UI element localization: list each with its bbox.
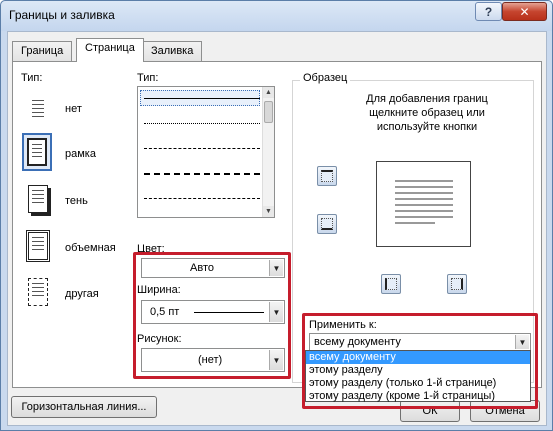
color-label: Цвет:: [137, 243, 165, 255]
top-border-icon: [321, 170, 333, 182]
title-bar: Границы и заливка ? ✕: [1, 1, 552, 31]
setting-custom-icon[interactable]: [23, 273, 53, 311]
setting-3d-label[interactable]: объемная: [65, 242, 116, 254]
setting-box-icon[interactable]: [22, 133, 52, 171]
line-style-solid[interactable]: [144, 98, 260, 99]
apply-option-first-page-only[interactable]: этому разделу (только 1-й странице): [306, 377, 530, 390]
tab-shading[interactable]: Заливка: [142, 41, 203, 61]
apply-to-value: всему документу: [314, 336, 401, 348]
style-list-scrollbar[interactable]: ▲ ▼: [262, 87, 274, 217]
left-border-icon: [385, 278, 397, 290]
top-border-button[interactable]: [317, 166, 337, 186]
left-border-button[interactable]: [381, 274, 401, 294]
setting-label: Тип:: [21, 72, 43, 84]
art-value: (нет): [198, 354, 223, 366]
scroll-down-icon[interactable]: ▼: [263, 206, 274, 217]
horizontal-line-button[interactable]: Горизонтальная линия...: [11, 396, 157, 418]
tab-border[interactable]: Граница: [12, 41, 73, 61]
bottom-border-button[interactable]: [317, 214, 337, 234]
art-combo[interactable]: (нет) ▼: [141, 348, 285, 372]
preview-page[interactable]: [376, 161, 471, 247]
line-style-dash-dot[interactable]: [144, 198, 260, 199]
width-combo[interactable]: 0,5 пт ▼: [141, 300, 285, 324]
preview-hint-line-3: используйте кнопки: [376, 121, 478, 133]
apply-option-except-first-page[interactable]: этому разделу (кроме 1-й страницы): [306, 390, 530, 403]
apply-to-combo[interactable]: всему документу ▼: [309, 333, 531, 351]
width-label: Ширина:: [137, 284, 181, 296]
setting-none-icon[interactable]: [23, 90, 53, 128]
setting-none-label[interactable]: нет: [65, 103, 82, 115]
style-label: Тип:: [137, 72, 159, 84]
setting-3d-icon[interactable]: [23, 227, 53, 265]
chevron-down-icon[interactable]: ▼: [269, 350, 283, 370]
apply-to-label: Применить к:: [309, 319, 377, 331]
line-style-list[interactable]: ▲ ▼: [137, 86, 275, 218]
chevron-down-icon[interactable]: ▼: [269, 302, 283, 322]
color-combo[interactable]: Авто ▼: [141, 258, 285, 278]
setting-custom-label[interactable]: другая: [65, 288, 99, 300]
tab-page-border[interactable]: Страница: [76, 38, 144, 62]
chevron-down-icon[interactable]: ▼: [269, 260, 283, 276]
right-border-button[interactable]: [447, 274, 467, 294]
preview-group-label: Образец: [300, 72, 351, 84]
width-line-preview: [194, 312, 264, 313]
setting-box-label[interactable]: рамка: [65, 148, 96, 160]
line-style-dashed[interactable]: [144, 173, 260, 175]
bottom-border-icon: [321, 218, 333, 230]
right-border-icon: [451, 278, 463, 290]
help-button[interactable]: ?: [475, 2, 502, 21]
setting-shadow-icon[interactable]: [23, 180, 53, 218]
color-value: Авто: [190, 262, 214, 274]
cancel-button[interactable]: Отмена: [470, 400, 540, 422]
apply-option-this-section[interactable]: этому разделу: [306, 364, 530, 377]
scroll-up-icon[interactable]: ▲: [263, 87, 274, 98]
dialog-client-area: Граница Страница Заливка Тип: нет рамка …: [7, 31, 547, 426]
scroll-thumb[interactable]: [264, 101, 273, 123]
borders-and-shading-dialog: Границы и заливка ? ✕ Граница Страница З…: [0, 0, 553, 431]
setting-shadow-label[interactable]: тень: [65, 195, 88, 207]
width-value: 0,5 пт: [150, 306, 180, 318]
apply-to-dropdown-list[interactable]: всему документу этому разделу этому разд…: [305, 350, 531, 402]
apply-option-whole-document[interactable]: всему документу: [306, 351, 530, 364]
line-style-dotted[interactable]: [144, 123, 260, 124]
ok-button[interactable]: ОК: [400, 400, 460, 422]
chevron-down-icon[interactable]: ▼: [515, 335, 529, 349]
close-button[interactable]: ✕: [502, 2, 547, 21]
page-border-panel: Тип: нет рамка тень объемная другая Тип:…: [12, 61, 542, 409]
window-title: Границы и заливка: [9, 8, 115, 22]
preview-hint-line-2: щелкните образец или: [369, 107, 485, 119]
preview-hint-line-1: Для добавления границ: [366, 93, 488, 105]
line-style-dashed-small[interactable]: [144, 148, 260, 149]
art-label: Рисунок:: [137, 333, 182, 345]
